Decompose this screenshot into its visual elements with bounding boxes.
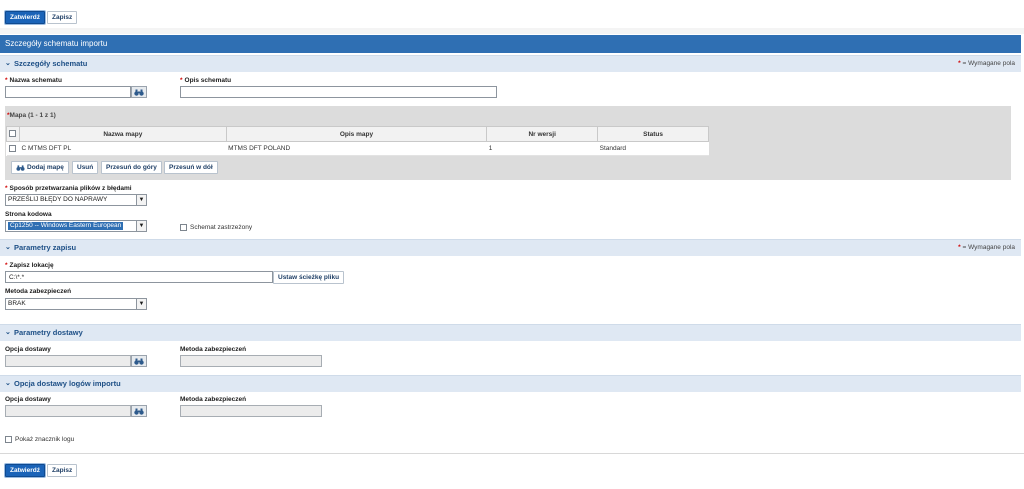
maps-table: Nazwa mapy Opis mapy Nr wersji Status C … <box>6 126 709 156</box>
save-location-input[interactable]: C:\*.* <box>5 271 273 283</box>
chevron-down-icon[interactable]: ▼ <box>136 195 146 205</box>
required-legend: * = Wymagane pola <box>958 240 1015 256</box>
set-path-button[interactable]: Ustaw ścieżkę pliku <box>273 271 345 284</box>
separator <box>0 453 1024 454</box>
codepage-label: Strona kodowa <box>5 211 52 218</box>
codepage-select[interactable]: Cp1250 -- Windows Eastern European ▼ <box>5 220 147 232</box>
move-down-button[interactable]: Przesuń w dół <box>164 161 218 174</box>
submit-button[interactable]: Zatwierdź <box>5 11 45 24</box>
chevron-down-icon: ⌄ <box>5 244 11 251</box>
binoculars-icon[interactable] <box>131 405 147 417</box>
chevron-down-icon: ⌄ <box>5 380 11 387</box>
delivery-security-label: Metoda zabezpieczeń <box>180 346 247 353</box>
chevron-down-icon: ⌄ <box>5 329 11 336</box>
top-toolbar <box>0 0 1024 28</box>
save-button[interactable]: Zapisz <box>47 11 78 24</box>
codepage-value: Cp1250 -- Windows Eastern European <box>8 222 124 230</box>
log-delivery-security-label: Metoda zabezpieczeń <box>180 396 247 403</box>
add-map-label: Dodaj mapę <box>27 164 64 171</box>
schema-desc-input[interactable] <box>180 86 497 98</box>
save-location-label-text: Zapisz lokację <box>9 262 54 269</box>
binoculars-icon <box>16 164 25 171</box>
required-star-icon: * <box>958 60 961 67</box>
schema-name-label-text: Nazwa schematu <box>9 77 62 84</box>
locked-schema-label: Schemat zastrzeżony <box>190 224 253 231</box>
page-title: Szczegóły schematu importu <box>0 35 1021 53</box>
log-delivery-option-input <box>5 405 131 417</box>
add-map-button[interactable]: Dodaj mapę <box>11 161 69 174</box>
processing-method-label-text: Sposób przetwarzania plików z błędami <box>9 185 132 192</box>
required-legend: * = Wymagane pola <box>958 56 1015 72</box>
section-header-save[interactable]: ⌄ Parametry zapisu * = Wymagane pola <box>0 239 1021 256</box>
maps-caption-text: Mapa (1 - 1 z 1) <box>9 112 56 119</box>
required-star-icon: * <box>180 77 183 84</box>
required-star-icon: * <box>5 77 8 84</box>
save-button-bottom[interactable]: Zapisz <box>47 464 78 477</box>
chevron-down-icon[interactable]: ▼ <box>136 221 146 231</box>
processing-method-select[interactable]: PRZEŚLIJ BŁĘDY DO NAPRAWY ▼ <box>5 194 147 206</box>
column-header[interactable]: Nr wersji <box>486 126 599 142</box>
save-security-value: BRAK <box>8 300 26 307</box>
schema-desc-label-text: Opis schematu <box>184 77 232 84</box>
schema-desc-label: * Opis schematu <box>180 77 231 84</box>
show-log-label: Pokaż znacznik logu <box>15 436 75 443</box>
section-header-delivery[interactable]: ⌄ Parametry dostawy <box>0 324 1021 341</box>
map-desc-cell: MTMS DFT POLAND <box>226 141 487 156</box>
select-all-checkbox[interactable] <box>9 130 17 138</box>
delivery-security-input <box>180 355 322 367</box>
maps-caption: *Mapa (1 - 1 z 1) <box>7 112 56 119</box>
chevron-down-icon: ⌄ <box>5 60 11 67</box>
column-header[interactable]: Nazwa mapy <box>18 126 227 142</box>
section-header-schema[interactable]: ⌄ Szczegóły schematu * = Wymagane pola <box>0 55 1021 72</box>
map-name-cell: C MTMS DFT PL <box>19 141 227 156</box>
section-title: Parametry dostawy <box>14 328 83 337</box>
chevron-down-icon[interactable]: ▼ <box>136 299 146 309</box>
map-version-cell: 1 <box>486 141 598 156</box>
locked-schema-checkbox[interactable] <box>180 224 187 231</box>
schema-name-input[interactable] <box>5 86 131 98</box>
delivery-option-input <box>5 355 131 367</box>
binoculars-icon[interactable] <box>131 86 147 98</box>
show-log-checkbox[interactable] <box>5 436 12 443</box>
save-security-select[interactable]: BRAK ▼ <box>5 298 147 310</box>
section-title: Opcja dostawy logów importu <box>14 379 121 388</box>
processing-method-label: * Sposób przetwarzania plików z błędami <box>5 185 132 192</box>
map-status-cell: Standard <box>597 141 709 156</box>
delete-map-button[interactable]: Usuń <box>72 161 99 174</box>
required-star-icon: * <box>958 244 961 251</box>
processing-method-value: PRZEŚLIJ BŁĘDY DO NAPRAWY <box>8 196 108 203</box>
submit-button-bottom[interactable]: Zatwierdź <box>5 464 45 477</box>
required-star-icon: * <box>5 185 8 192</box>
save-location-label: * Zapisz lokację <box>5 262 54 269</box>
required-star-icon: * <box>5 262 8 269</box>
required-legend-text: = Wymagane pola <box>962 60 1015 67</box>
delivery-option-label: Opcja dostawy <box>5 346 51 353</box>
section-title: Szczegóły schematu <box>14 59 88 68</box>
log-delivery-option-label: Opcja dostawy <box>5 396 51 403</box>
column-header[interactable]: Status <box>597 126 709 142</box>
move-up-button[interactable]: Przesuń do góry <box>101 161 162 174</box>
select-all-checkbox-cell[interactable] <box>6 126 20 142</box>
schema-name-label: * Nazwa schematu <box>5 77 62 84</box>
row-checkbox[interactable] <box>9 144 17 152</box>
log-delivery-security-input <box>180 405 322 417</box>
required-legend-text: = Wymagane pola <box>962 244 1015 251</box>
separator <box>0 28 1024 34</box>
table-row[interactable]: C MTMS DFT PL MTMS DFT POLAND 1 Standard <box>6 141 709 156</box>
binoculars-icon[interactable] <box>131 355 147 367</box>
column-header[interactable]: Opis mapy <box>225 126 488 142</box>
section-header-log-delivery[interactable]: ⌄ Opcja dostawy logów importu <box>0 375 1021 392</box>
section-title: Parametry zapisu <box>14 243 77 252</box>
save-security-label: Metoda zabezpieczeń <box>5 288 72 295</box>
row-checkbox-cell[interactable] <box>6 141 20 156</box>
